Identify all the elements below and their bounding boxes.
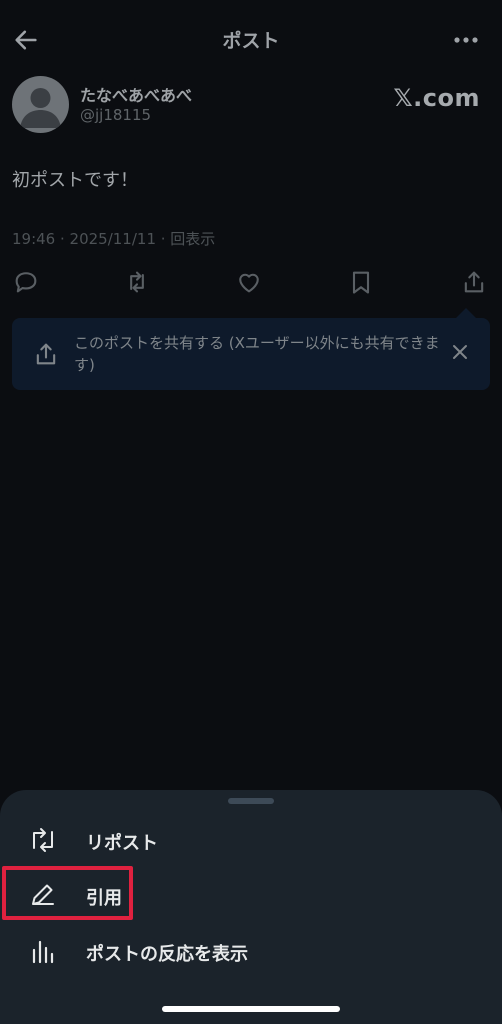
repost-icon [33, 828, 53, 852]
close-icon[interactable] [450, 342, 470, 362]
tooltip-text: このポストを共有する (Xユーザー以外にも共有できます) [74, 334, 440, 374]
post-text: 初ポストです！ [12, 170, 138, 191]
repost-icon[interactable] [123, 268, 151, 296]
reply-icon[interactable] [12, 268, 40, 296]
menu-item-repost[interactable]: リポスト [0, 815, 502, 865]
x-com-logo: 𝕏.com [393, 84, 480, 112]
sheet-grabber[interactable] [228, 798, 274, 804]
more-options-icon[interactable] [452, 26, 480, 54]
avatar[interactable] [12, 76, 69, 133]
post-meta: 19:46 · 2025/11/11 · 回表示 [12, 230, 216, 248]
bottom-sheet: リポスト 引用 ポストの反応を表示 [0, 790, 502, 1024]
default-avatar-icon [20, 88, 61, 128]
post-actions [0, 262, 502, 302]
bookmark-icon[interactable] [347, 268, 375, 296]
menu-label-repost: リポスト [86, 833, 158, 854]
analytics-icon [32, 940, 54, 964]
like-heart-icon[interactable] [235, 268, 263, 296]
author-row: たなべあべあべ @jj18115 𝕏.com [12, 76, 490, 136]
post-detail-screen: ポスト たなべあべあべ @jj18115 𝕏.com 初ポストです！ 19:46… [0, 0, 502, 1024]
header: ポスト [0, 0, 502, 80]
author-name[interactable]: たなべあべあべ [80, 82, 192, 106]
author-handle[interactable]: @jj18115 [80, 106, 151, 124]
share-icon [36, 343, 56, 365]
share-tooltip: このポストを共有する (Xユーザー以外にも共有できます) [12, 308, 490, 390]
quote-highlight-box [2, 866, 133, 920]
menu-label-view-engagements: ポストの反応を表示 [86, 944, 248, 965]
tooltip-caret [456, 308, 476, 318]
share-icon[interactable] [460, 268, 488, 296]
menu-item-view-engagements[interactable]: ポストの反応を表示 [0, 926, 502, 976]
home-indicator[interactable] [162, 1006, 340, 1012]
page-title: ポスト [222, 30, 280, 52]
